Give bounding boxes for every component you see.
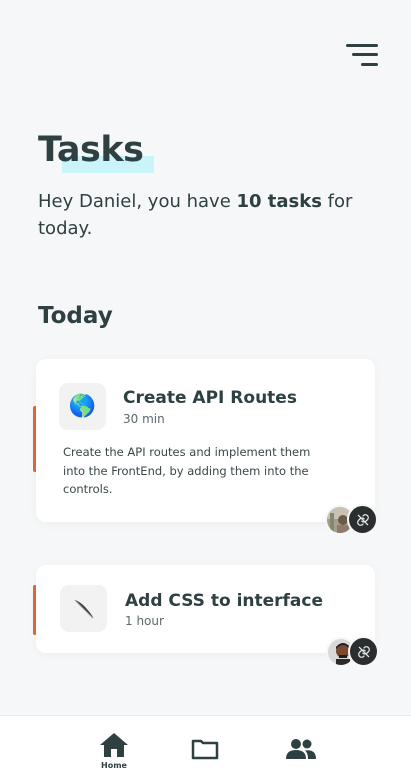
menu-line: [346, 44, 378, 47]
nav-item-people[interactable]: [285, 738, 317, 760]
task-duration: 30 min: [123, 412, 165, 426]
task-duration: 1 hour: [125, 614, 164, 628]
task-title: Add CSS to interface: [125, 591, 324, 611]
task-title: Create API Routes: [123, 388, 297, 408]
nav-item-home[interactable]: Home: [99, 732, 129, 770]
greeting-prefix: Hey Daniel, you have: [38, 191, 237, 212]
nav-label-home: Home: [101, 761, 127, 770]
task-description: Create the API routes and implement them…: [63, 445, 311, 496]
task-card[interactable]: Add CSS to interface 1 hour: [36, 565, 375, 653]
menu-line: [352, 53, 378, 56]
feather-icon-graphic: [74, 599, 93, 618]
bottom-nav: Home: [0, 715, 411, 783]
folder-icon: [191, 739, 219, 760]
page-title: Tasks: [38, 130, 144, 170]
link-icon[interactable]: [348, 636, 379, 667]
home-icon: [100, 733, 128, 757]
task-count: 10 tasks: [236, 191, 322, 212]
nav-item-folder[interactable]: [191, 738, 219, 760]
title-block: Tasks: [38, 130, 154, 173]
section-title-today: Today: [38, 303, 113, 329]
globe-icon: 🌎: [59, 383, 106, 430]
menu-line: [361, 63, 378, 66]
greeting-text: Hey Daniel, you have 10 tasks for today.: [38, 188, 368, 242]
menu-button[interactable]: [344, 42, 378, 70]
link-icon[interactable]: [347, 504, 378, 535]
people-icon: [286, 739, 316, 759]
feather-icon: [60, 585, 107, 632]
task-card[interactable]: 🌎 Create API Routes 30 min Create the AP…: [36, 359, 375, 522]
task-emoji: 🌎: [68, 394, 97, 419]
